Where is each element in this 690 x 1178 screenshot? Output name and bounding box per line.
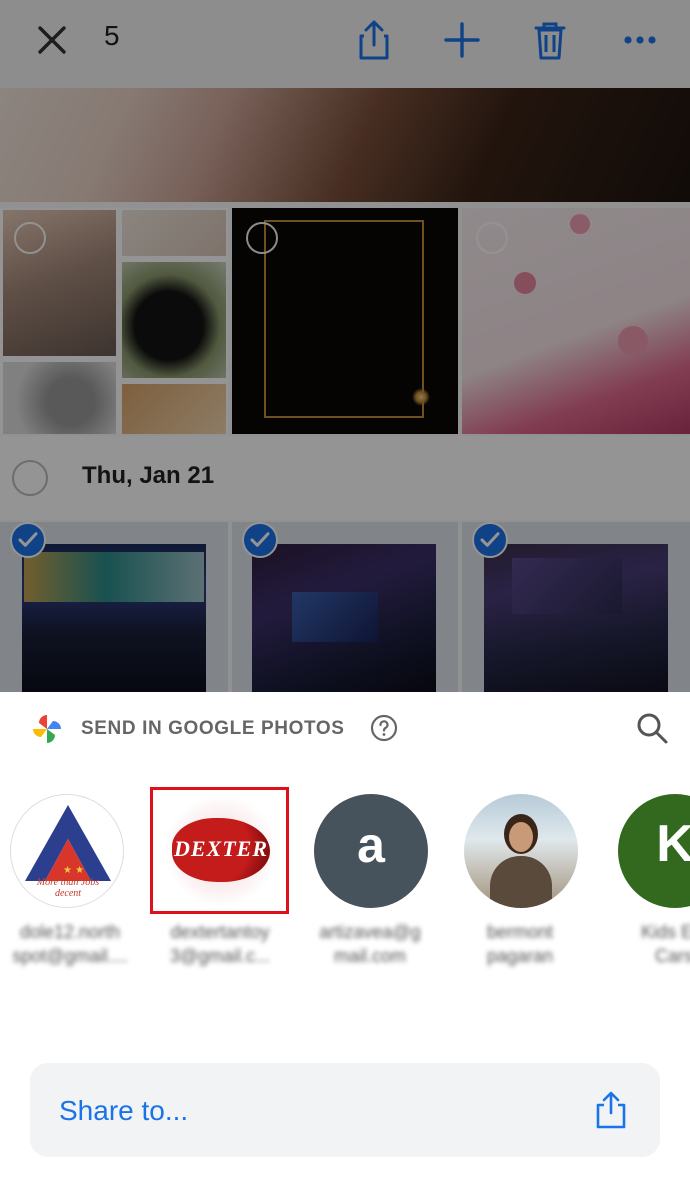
contact-name: dextertantoy 3@gmail.c...	[169, 922, 271, 966]
search-icon[interactable]	[634, 710, 670, 746]
contact-list: ★ ★ More than Jobs decent dole12.north s…	[0, 786, 690, 976]
selected-count: 5	[104, 20, 120, 51]
selection-toolbar: 5	[0, 0, 690, 88]
avatar: a	[314, 794, 428, 908]
selected-check-icon[interactable]	[472, 522, 508, 558]
contact-item[interactable]: ★ ★ More than Jobs decent dole12.north s…	[0, 786, 140, 976]
avatar	[464, 794, 578, 908]
share-icon[interactable]	[352, 18, 396, 62]
avatar: ★ ★ More than Jobs decent	[10, 794, 124, 908]
contact-name: bermont pagaran	[486, 922, 554, 966]
select-circle[interactable]	[476, 222, 508, 254]
photo-tile[interactable]	[232, 208, 458, 434]
share-icon	[596, 1091, 626, 1129]
avatar-text: a	[357, 817, 385, 873]
svg-text:★ ★: ★ ★	[63, 865, 84, 876]
selected-check-icon[interactable]	[242, 522, 278, 558]
select-date-circle[interactable]	[12, 460, 48, 496]
avatar: K	[618, 794, 690, 908]
selected-check-icon[interactable]	[10, 522, 46, 558]
share-to-label: Share to...	[59, 1095, 189, 1126]
contact-name: Kids Ele Cars	[640, 922, 690, 966]
photo-tile[interactable]	[0, 208, 228, 434]
avatar-text: K	[656, 815, 690, 873]
photo-tile-selected[interactable]	[0, 522, 228, 692]
share-to-button[interactable]: Share to...	[30, 1063, 660, 1157]
avatar-text: More than Jobs decent	[36, 877, 100, 899]
sheet-title: SEND IN GOOGLE PHOTOS	[81, 718, 345, 739]
date-header: Thu, Jan 21	[0, 436, 690, 520]
screen: 5 Thu, Jan 21 SEND IN GOOGLE PHOTOS ★ ★ …	[0, 0, 690, 1178]
help-icon[interactable]	[370, 714, 398, 742]
close-icon[interactable]	[34, 22, 70, 58]
contact-name: dole12.north spot@gmail....	[12, 922, 128, 966]
photo-tile[interactable]	[462, 208, 690, 434]
select-circle[interactable]	[14, 222, 46, 254]
photo-tile-selected[interactable]	[232, 522, 458, 692]
photo-tile[interactable]	[0, 88, 690, 202]
share-sheet-header: SEND IN GOOGLE PHOTOS	[0, 692, 690, 764]
select-circle[interactable]	[246, 222, 278, 254]
add-icon[interactable]	[440, 18, 484, 62]
photo-grid: Thu, Jan 21	[0, 88, 690, 692]
more-icon[interactable]	[618, 18, 662, 62]
photo-tile-selected[interactable]	[462, 522, 690, 692]
trash-icon[interactable]	[528, 18, 572, 62]
contact-item[interactable]: a artizavea@g mail.com	[300, 786, 440, 976]
contact-item[interactable]: bermont pagaran	[450, 786, 590, 976]
share-sheet: SEND IN GOOGLE PHOTOS ★ ★ More than Jobs…	[0, 692, 690, 1178]
contact-item[interactable]: K Kids Ele Cars	[604, 786, 690, 976]
date-label: Thu, Jan 21	[82, 462, 215, 489]
contact-name: artizavea@g mail.com	[319, 922, 421, 966]
highlight-box	[150, 787, 289, 914]
google-photos-logo-icon	[33, 715, 61, 743]
